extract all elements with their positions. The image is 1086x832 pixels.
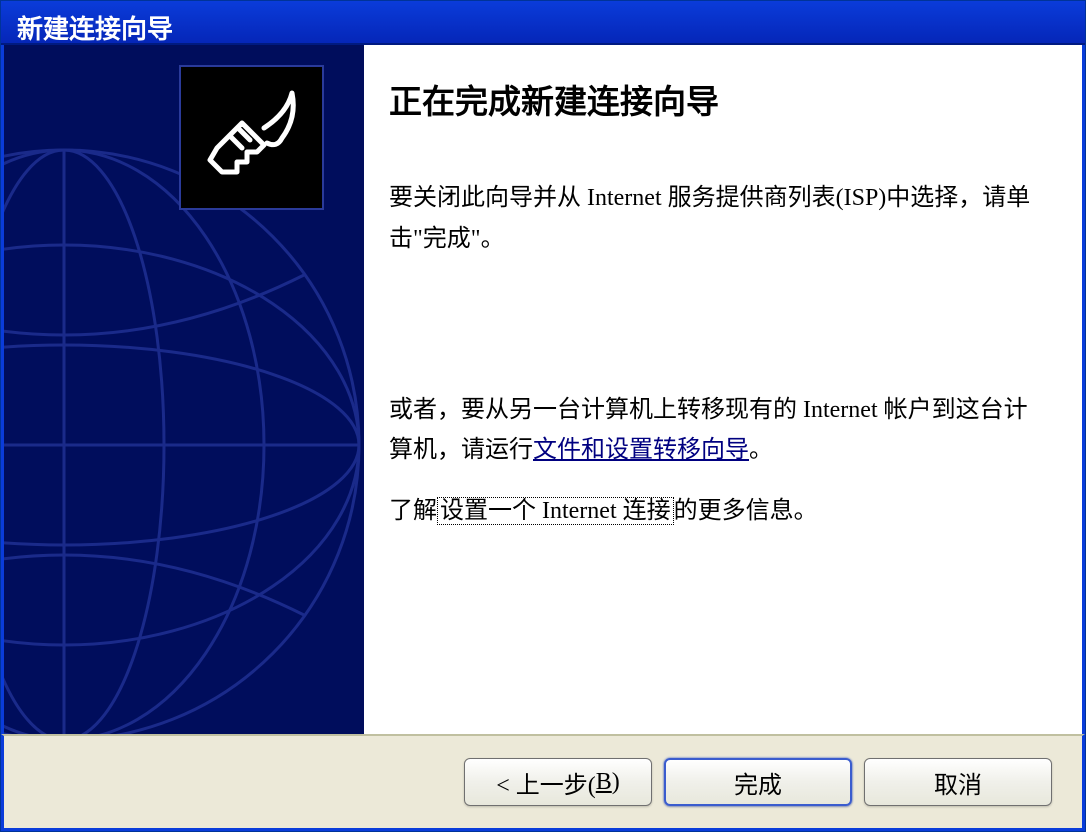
titlebar: 新建连接向导 <box>1 1 1085 45</box>
finish-button[interactable]: 完成 <box>664 758 852 806</box>
back-button-suffix: ) <box>612 769 620 796</box>
globe-background-icon <box>4 145 364 734</box>
para3-suffix: 的更多信息。 <box>674 498 818 524</box>
setup-internet-connection-link[interactable]: 设置一个 Internet 连接 <box>437 497 674 525</box>
wizard-instruction-1: 要关闭此向导并从 Internet 服务提供商列表(ISP)中选择，请单击"完成… <box>389 178 1042 260</box>
cancel-button[interactable]: 取消 <box>864 758 1052 806</box>
para2-suffix: 。 <box>749 437 773 463</box>
window-title: 新建连接向导 <box>17 15 173 44</box>
wizard-icon-box <box>179 65 324 210</box>
para3-prefix: 了解 <box>389 498 437 524</box>
wizard-footer: < 上一步(B) 完成 取消 <box>1 734 1085 831</box>
back-button[interactable]: < 上一步(B) <box>464 758 652 806</box>
wizard-instruction-3: 了解设置一个 Internet 连接的更多信息。 <box>389 491 1042 532</box>
wizard-window: 新建连接向导 <box>0 0 1086 832</box>
wizard-instruction-2: 或者，要从另一台计算机上转移现有的 Internet 帐户到这台计算机，请运行文… <box>389 390 1042 472</box>
back-button-prefix: < 上一步( <box>496 765 596 800</box>
wizard-heading: 正在完成新建连接向导 <box>389 75 1042 123</box>
content-area: 正在完成新建连接向导 要关闭此向导并从 Internet 服务提供商列表(ISP… <box>1 45 1085 734</box>
files-settings-transfer-wizard-link[interactable]: 文件和设置转移向导 <box>533 437 749 463</box>
wizard-sidebar <box>4 45 364 734</box>
wizard-main-panel: 正在完成新建连接向导 要关闭此向导并从 Internet 服务提供商列表(ISP… <box>364 45 1082 734</box>
network-plug-icon <box>192 78 312 198</box>
spacer <box>389 280 1042 390</box>
back-button-hotkey: B <box>596 769 612 796</box>
